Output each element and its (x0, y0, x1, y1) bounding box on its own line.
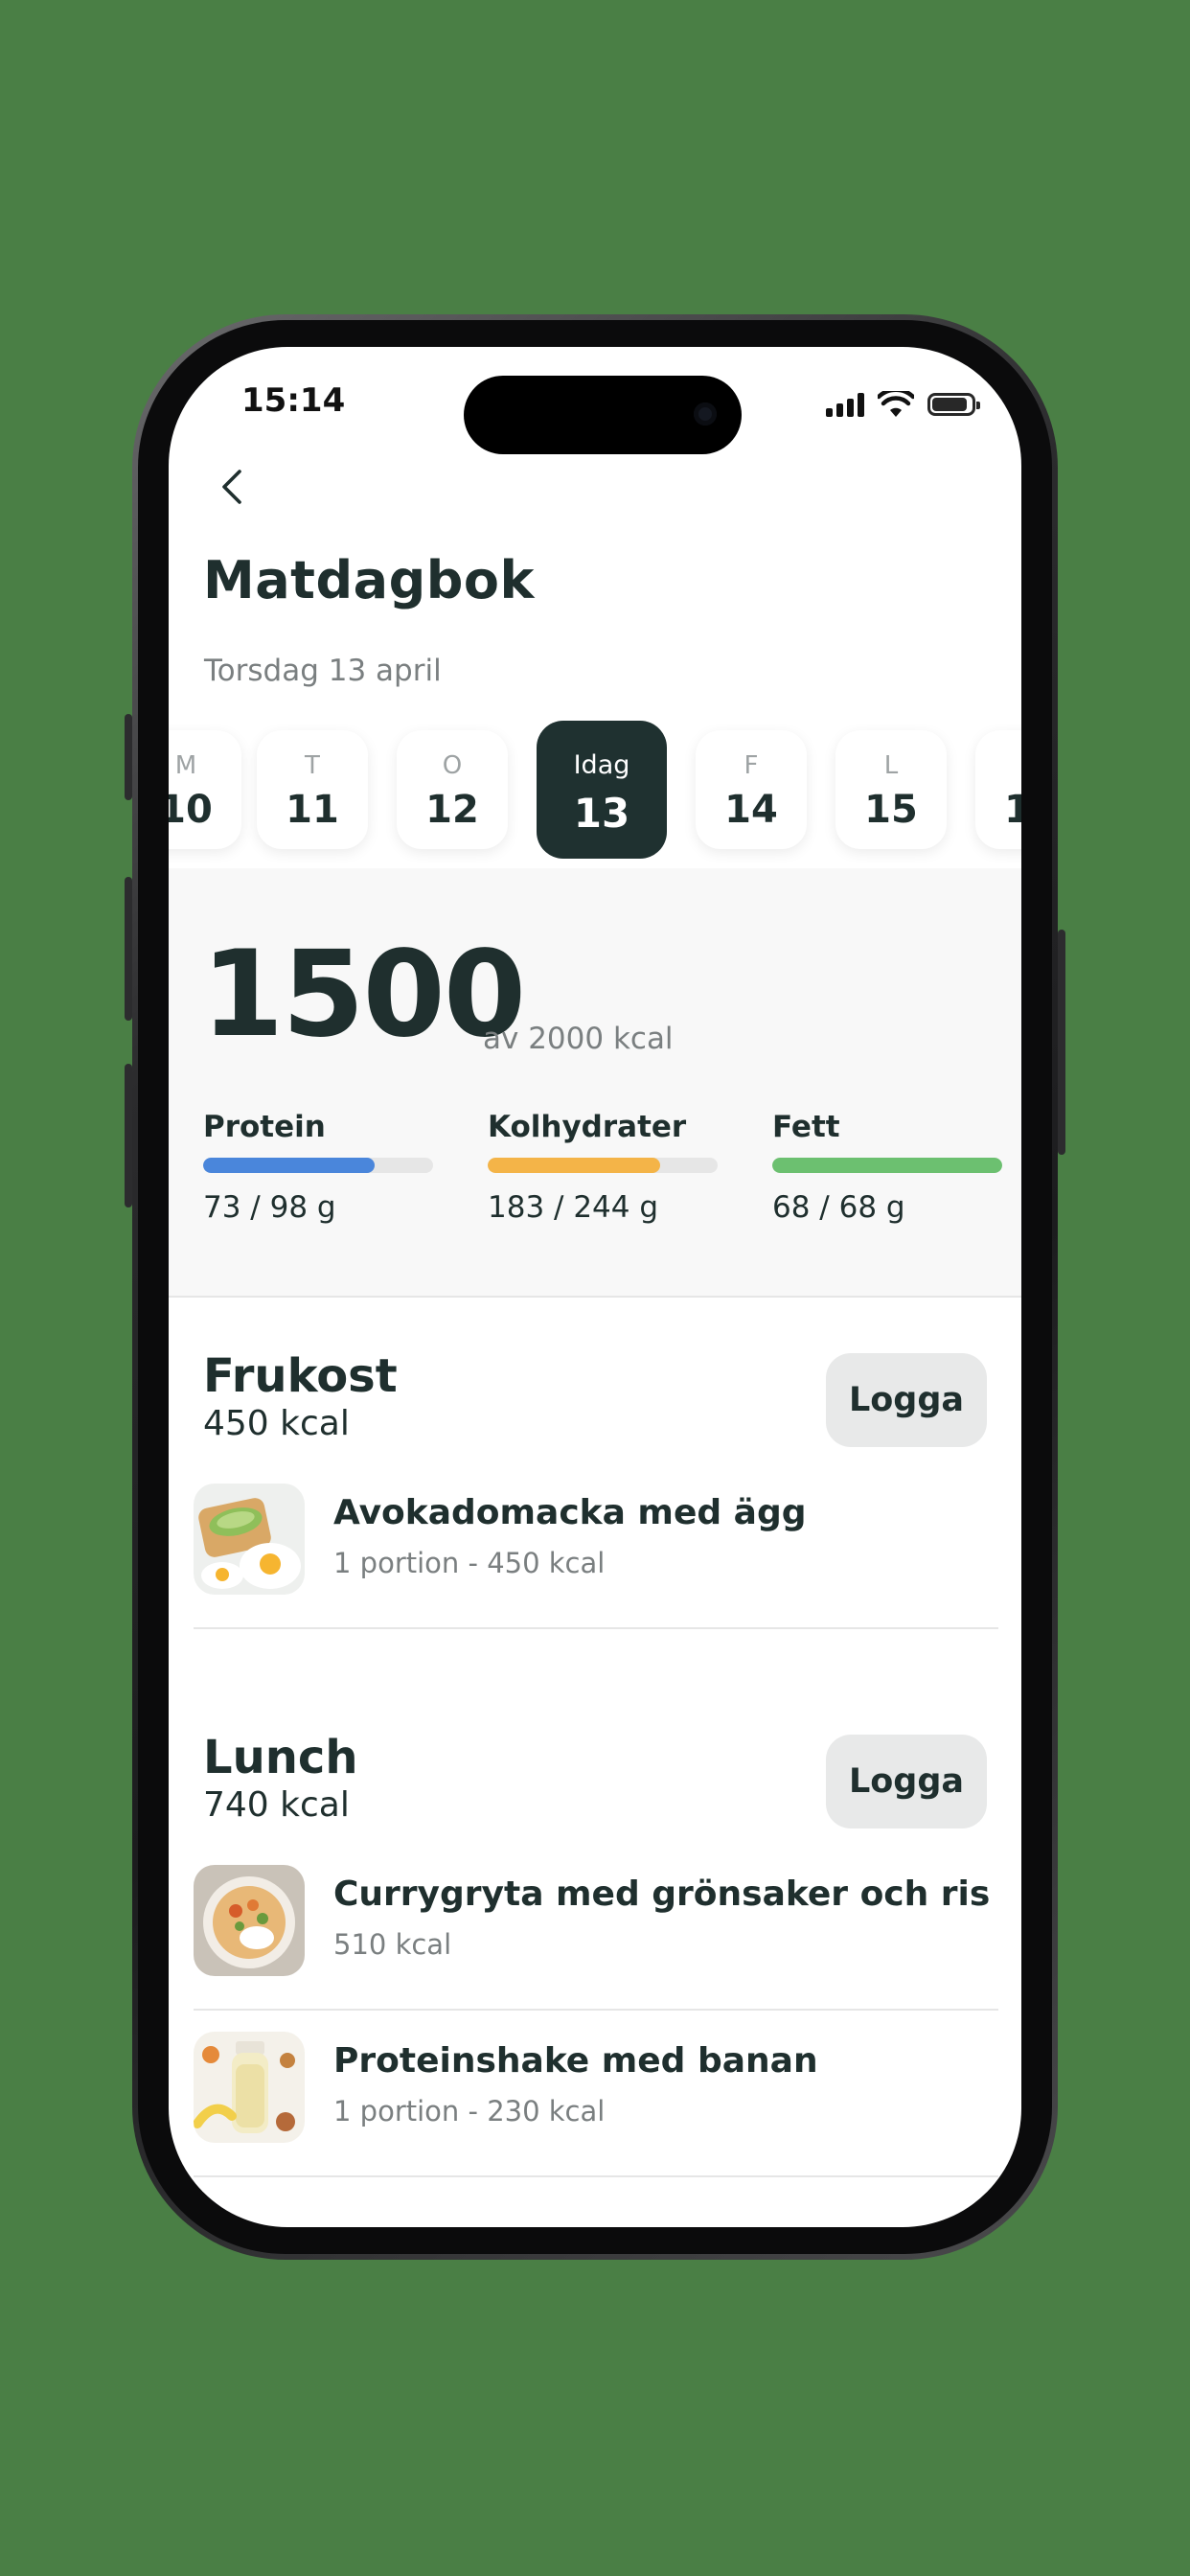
day-card-10[interactable]: M 10 (169, 730, 241, 849)
carbs-progress-bar (488, 1158, 718, 1173)
status-time: 15:14 (241, 381, 346, 420)
day-number: 12 (425, 788, 479, 832)
log-frukost-button[interactable]: Logga (826, 1353, 987, 1447)
food-thumbnail (194, 1484, 305, 1595)
back-chevron-icon[interactable] (205, 458, 263, 516)
macro-fat: Fett 68 / 68 g (772, 1110, 1002, 1225)
day-card-14[interactable]: F 14 (696, 730, 807, 849)
macro-value: 183 / 244 g (488, 1190, 659, 1225)
day-number: 13 (573, 790, 630, 837)
day-number: 16 (1004, 788, 1021, 832)
day-letter: L (883, 751, 899, 780)
food-item-proteinshake[interactable]: Proteinshake med banan 1 portion - 230 k… (194, 2032, 998, 2177)
day-number: 10 (169, 788, 213, 832)
power-button (1058, 930, 1065, 1155)
day-letter: Idag (573, 750, 630, 780)
fat-progress-bar (772, 1158, 1002, 1173)
meal-kcal-lunch: 740 kcal (203, 1785, 350, 1825)
food-thumbnail (194, 2032, 305, 2143)
volume-down-button (125, 1064, 132, 1208)
food-meta: 1 portion - 450 kcal (333, 1547, 606, 1579)
current-date: Torsdag 13 april (204, 654, 442, 688)
macro-label: Fett (772, 1110, 840, 1144)
food-name: Proteinshake med banan (333, 2041, 818, 2081)
day-number: 14 (724, 788, 778, 832)
protein-progress-fill (203, 1158, 375, 1173)
log-lunch-button[interactable]: Logga (826, 1735, 987, 1828)
food-item-currygryta[interactable]: Currygryta med grönsaker och ris 510 kca… (194, 1865, 998, 2011)
macro-carbs: Kolhydrater 183 / 244 g (488, 1110, 718, 1225)
cellular-signal-icon (826, 392, 864, 417)
app-screen: 15:14 Matdagbok Torsdag 13 april M 10 T … (169, 347, 1021, 2227)
food-name: Avokadomacka med ägg (333, 1493, 807, 1532)
day-card-11[interactable]: T 11 (257, 730, 368, 849)
wifi-icon (878, 391, 914, 417)
meal-title-lunch: Lunch (203, 1731, 358, 1784)
macro-label: Protein (203, 1110, 326, 1144)
macro-label: Kolhydrater (488, 1110, 687, 1144)
macro-protein: Protein 73 / 98 g (203, 1110, 433, 1225)
food-meta: 510 kcal (333, 1928, 452, 1961)
day-card-16[interactable]: S 16 (975, 730, 1021, 849)
phone-bezel: 15:14 Matdagbok Torsdag 13 april M 10 T … (138, 320, 1052, 2254)
volume-up-button (125, 877, 132, 1021)
macro-value: 73 / 98 g (203, 1190, 336, 1225)
phone-frame: 15:14 Matdagbok Torsdag 13 april M 10 T … (132, 314, 1058, 2260)
consumed-kcal: 1500 (201, 926, 526, 1064)
page-title: Matdagbok (203, 550, 535, 610)
protein-progress-bar (203, 1158, 433, 1173)
food-meta: 1 portion - 230 kcal (333, 2095, 606, 2128)
kcal-goal: av 2000 kcal (483, 1022, 674, 1056)
day-number: 11 (286, 788, 339, 832)
day-letter: S (975, 749, 1021, 782)
dynamic-island (464, 376, 742, 454)
food-thumbnail (194, 1865, 305, 1976)
food-item-avokadomacka[interactable]: Avokadomacka med ägg 1 portion - 450 kca… (194, 1484, 998, 1629)
fat-progress-fill (772, 1158, 1002, 1173)
daily-summary: 1500 av 2000 kcal Protein 73 / 98 g Kolh… (169, 868, 1021, 1298)
day-letter: O (442, 751, 463, 780)
day-letter: M (174, 751, 197, 780)
day-letter: T (305, 751, 320, 780)
meal-title-frukost: Frukost (203, 1349, 398, 1403)
day-card-12[interactable]: O 12 (397, 730, 508, 849)
carbs-progress-fill (488, 1158, 660, 1173)
battery-icon (927, 393, 980, 416)
macro-value: 68 / 68 g (772, 1190, 905, 1225)
day-card-15[interactable]: L 15 (835, 730, 947, 849)
day-letter: F (744, 751, 759, 780)
food-name: Currygryta med grönsaker och ris (333, 1874, 991, 1914)
meal-kcal-frukost: 450 kcal (203, 1404, 350, 1443)
day-card-today[interactable]: Idag 13 (537, 721, 667, 859)
mute-switch (125, 714, 132, 800)
status-icons (826, 387, 980, 422)
day-number: 15 (864, 788, 918, 832)
